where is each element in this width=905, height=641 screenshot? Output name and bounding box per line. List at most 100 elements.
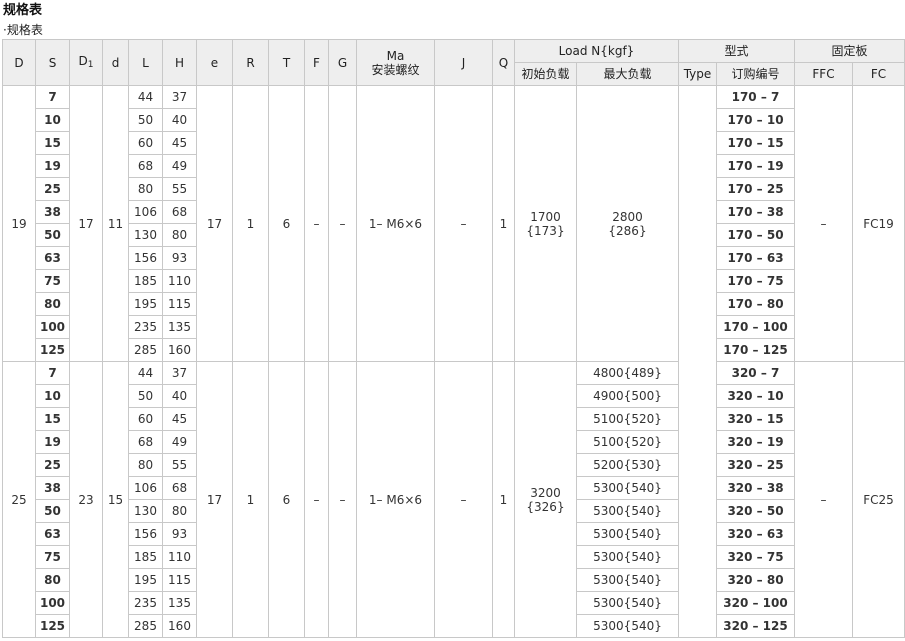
- cell-order-no: 170 – 100: [716, 315, 795, 339]
- cell-L: 44: [128, 361, 163, 385]
- cell-order-no: 170 – 38: [716, 200, 795, 224]
- cell-max-load: 5100{520}: [576, 407, 679, 431]
- cell-max-load: 5300{540}: [576, 568, 679, 592]
- cell-max-load: 5300{540}: [576, 591, 679, 615]
- cell-order-no: 320 – 38: [716, 476, 795, 500]
- cell-order-no: 320 – 7: [716, 361, 795, 385]
- cell-H: 115: [162, 292, 197, 316]
- cell-max-load: 4900{500}: [576, 384, 679, 408]
- spec-page: 规格表 ·规格表 D S D1 d L H e R T F G Ma安装螺纹: [0, 0, 905, 641]
- cell-max-load: 5100{520}: [576, 430, 679, 454]
- cell-H: 45: [162, 131, 197, 155]
- cell-H: 40: [162, 108, 197, 132]
- cell-L: 50: [128, 108, 163, 132]
- cell-S: 19: [35, 154, 70, 178]
- cell-H: 80: [162, 223, 197, 247]
- cell-H: 80: [162, 499, 197, 523]
- cell-initial-load-kgf: {326}: [526, 499, 565, 514]
- cell-H: 45: [162, 407, 197, 431]
- cell-S: 15: [35, 407, 70, 431]
- cell-H: 55: [162, 453, 197, 477]
- cell-D1: 23: [69, 361, 103, 638]
- table-body: 19 7 17 11 44 37 17 1 6– –1– M6×6–1 1700 {173} 2800{…: [2, 85, 905, 638]
- cell-L: 68: [128, 430, 163, 454]
- cell-R: 1: [232, 85, 269, 362]
- cell-order-no: 170 – 75: [716, 269, 795, 293]
- cell-S: 10: [35, 384, 70, 408]
- table-row: 19 7 17 11 44 37 17 1 6– –1– M6×6–1 1700 {173} 2800{…: [2, 85, 905, 638]
- header-FFC: FFC: [794, 62, 853, 86]
- header-D1-sub: 1: [87, 59, 94, 70]
- cell-initial-load-kgf: {173}: [526, 223, 565, 238]
- cell-order-no: 320 – 80: [716, 568, 795, 592]
- header-Ma: Ma 安装螺纹: [356, 39, 435, 86]
- cell-L: 195: [128, 568, 163, 592]
- cell-D1: 17: [69, 85, 103, 362]
- cell-order-no: 320 – 125: [716, 614, 795, 638]
- cell-T: 6: [268, 85, 305, 362]
- header-D1-main: D: [78, 53, 88, 68]
- cell-S: 7: [35, 361, 70, 385]
- cell-max-load: 5300{540}: [576, 614, 679, 638]
- cell-order-no: 170 – 125: [716, 338, 795, 362]
- cell-S: 38: [35, 476, 70, 500]
- cell-Q: 1: [492, 85, 515, 362]
- cell-H: 49: [162, 430, 197, 454]
- cell-max-load: 5300{540}: [576, 476, 679, 500]
- cell-S: 25: [35, 177, 70, 201]
- cell-L: 235: [128, 315, 163, 339]
- header-R: R: [232, 39, 269, 86]
- cell-S: 125: [35, 614, 70, 638]
- cell-H: 93: [162, 522, 197, 546]
- cell-H: 160: [162, 338, 197, 362]
- header-FC: FC: [852, 62, 905, 86]
- cell-L: 60: [128, 131, 163, 155]
- cell-H: 135: [162, 591, 197, 615]
- table-header: D S D1 d L H e R T F G Ma 安装螺纹 J Q Load N…: [2, 39, 905, 86]
- header-G: G: [328, 39, 357, 86]
- cell-order-no: 320 – 100: [716, 591, 795, 615]
- cell-S: 10: [35, 108, 70, 132]
- cell-L: 50: [128, 384, 163, 408]
- cell-L: 80: [128, 453, 163, 477]
- cell-initial-load-value: 3200: [530, 485, 561, 500]
- cell-L: 80: [128, 177, 163, 201]
- cell-S: 100: [35, 591, 70, 615]
- cell-e: 17: [196, 361, 233, 638]
- cell-H: 93: [162, 246, 197, 270]
- cell-R: 1: [232, 361, 269, 638]
- cell-S: 50: [35, 499, 70, 523]
- cell-S: 80: [35, 292, 70, 316]
- cell-H: 68: [162, 476, 197, 500]
- cell-J: –: [434, 361, 493, 638]
- cell-initial-load: 1700 {173}: [514, 85, 577, 362]
- cell-L: 285: [128, 338, 163, 362]
- cell-order-no: 170 – 80: [716, 292, 795, 316]
- cell-H: 37: [162, 361, 197, 385]
- cell-H: 115: [162, 568, 197, 592]
- page-title: 规格表: [3, 3, 43, 18]
- header-F: F: [304, 39, 329, 86]
- cell-S: 75: [35, 545, 70, 569]
- cell-order-no: 320 – 25: [716, 453, 795, 477]
- cell-order-no: 170 – 10: [716, 108, 795, 132]
- cell-type: [678, 85, 717, 638]
- header-L: L: [128, 39, 163, 86]
- cell-order-no: 170 – 50: [716, 223, 795, 247]
- header-H: H: [162, 39, 197, 86]
- cell-L: 235: [128, 591, 163, 615]
- cell-L: 285: [128, 614, 163, 638]
- cell-Ma: 1– M6×6: [356, 361, 435, 638]
- cell-L: 60: [128, 407, 163, 431]
- header-T: T: [268, 39, 305, 86]
- header-max-load: 最大负载: [576, 62, 679, 86]
- cell-S: 7: [35, 85, 70, 109]
- cell-e: 17: [196, 85, 233, 362]
- cell-L: 156: [128, 522, 163, 546]
- cell-max-load-kgf: {286}: [608, 223, 647, 238]
- section-subtitle: ·规格表: [3, 23, 43, 37]
- cell-max-load: 5200{530}: [576, 453, 679, 477]
- header-order-no: 订购编号: [716, 62, 795, 86]
- cell-FC: FC19: [852, 85, 905, 362]
- cell-max-load: 5300{540}: [576, 522, 679, 546]
